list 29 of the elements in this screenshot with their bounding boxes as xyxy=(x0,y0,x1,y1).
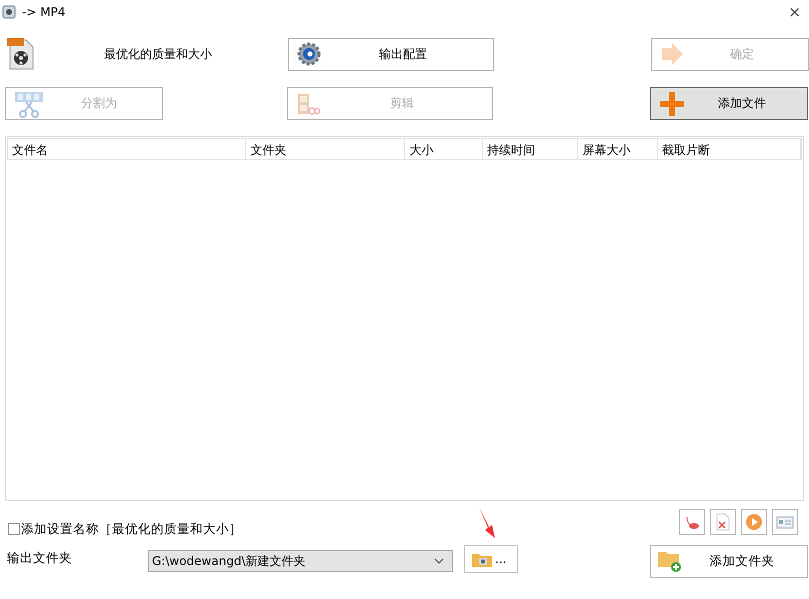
info-card-icon[interactable] xyxy=(772,509,798,535)
film-scissors-icon xyxy=(296,92,320,116)
film-scissors-icon xyxy=(14,90,44,118)
column-header[interactable]: 文件名 xyxy=(8,139,246,159)
arrow-icon xyxy=(660,42,684,66)
play-icon[interactable] xyxy=(741,509,767,535)
add-preset-name-checkbox[interactable]: 添加设置名称［最优化的质量和大小］ xyxy=(8,520,242,538)
output-folder-label: 输出文件夹 xyxy=(7,550,73,566)
column-header[interactable]: 大小 xyxy=(405,139,483,159)
column-header[interactable]: 文件夹 xyxy=(246,139,406,159)
output-config-button[interactable]: 输出配置 xyxy=(288,38,494,70)
folder-plus-icon xyxy=(657,549,683,573)
gear-icon xyxy=(297,42,321,66)
annotation-arrow xyxy=(478,506,496,538)
add-file-button[interactable]: 添加文件 xyxy=(650,87,808,120)
mp4-file-icon xyxy=(6,37,36,71)
chevron-down-icon xyxy=(434,558,444,564)
add-folder-button[interactable]: 添加文件夹 xyxy=(650,544,808,578)
browse-button[interactable]: ... xyxy=(464,545,518,573)
column-header[interactable]: 持续时间 xyxy=(482,139,578,159)
plus-icon xyxy=(659,90,685,116)
delete-file-icon[interactable] xyxy=(710,509,736,535)
app-icon xyxy=(2,5,16,19)
window-title: -> MP4 xyxy=(22,5,66,19)
output-folder-dropdown[interactable]: G:\wodewangd\新建文件夹 xyxy=(148,550,453,572)
close-button[interactable]: × xyxy=(788,3,801,21)
column-header[interactable]: 截取片断 xyxy=(658,139,801,159)
column-header[interactable]: 屏幕大小 xyxy=(578,139,658,159)
preset-label: 最优化的质量和大小 xyxy=(104,46,212,62)
